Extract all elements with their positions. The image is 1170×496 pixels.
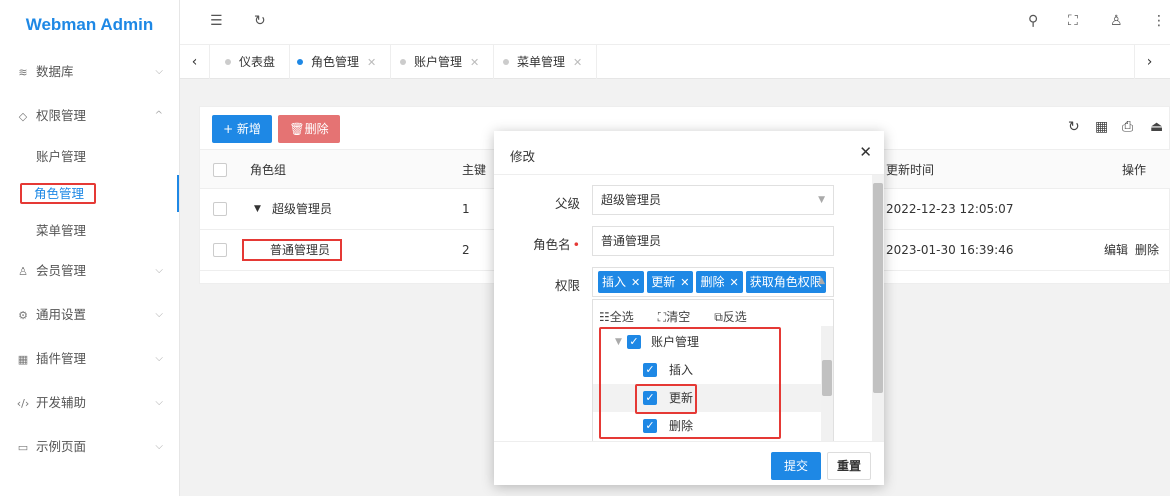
chevron-down-icon: ⌵ bbox=[155, 397, 163, 408]
sidebar-group-dev[interactable]: ‹/› 开发辅助 ⌵ bbox=[0, 381, 179, 425]
modal-scrollbar[interactable] bbox=[872, 175, 884, 441]
permission-select[interactable]: 插入 ✕ 更新 ✕ 删除 ✕ 获取角色权限 ▲ bbox=[592, 267, 834, 297]
chevron-down-icon: ⌵ bbox=[155, 265, 163, 276]
checkbox-icon[interactable]: ✓ bbox=[627, 335, 641, 349]
layers-icon: ≋ bbox=[18, 66, 28, 79]
tree-node-update[interactable]: ✓ 更新 bbox=[593, 384, 821, 412]
select-all-checkbox[interactable] bbox=[213, 163, 227, 177]
expand-icon[interactable]: ▼ bbox=[254, 189, 261, 229]
checkbox-icon[interactable]: ✓ bbox=[643, 391, 657, 405]
close-icon: ✕ bbox=[680, 276, 690, 289]
code-icon: ‹/› bbox=[16, 397, 30, 410]
sidebar-group-plugins[interactable]: ▦ 插件管理 ⌵ bbox=[0, 337, 179, 381]
shield-icon: ◇ bbox=[18, 110, 28, 123]
sidebar-item-role[interactable]: 角色管理 bbox=[0, 175, 179, 212]
caret-down-icon[interactable]: ▼ bbox=[615, 328, 622, 356]
print-icon[interactable]: ⎙ bbox=[1122, 119, 1133, 135]
tab-scroll-left-icon[interactable]: ‹ bbox=[180, 45, 210, 79]
sidebar-item-menu[interactable]: 菜单管理 bbox=[0, 212, 179, 249]
permission-label: 权限 bbox=[554, 278, 580, 293]
delete-link[interactable]: 删除 bbox=[1135, 230, 1159, 270]
tab-scroll-right-icon[interactable]: › bbox=[1134, 45, 1164, 79]
role-name-label: 角色名 • bbox=[533, 237, 580, 252]
close-icon[interactable]: ✕ bbox=[859, 143, 872, 161]
close-icon: ✕ bbox=[631, 276, 641, 289]
edit-link[interactable]: 编辑 bbox=[1104, 230, 1128, 270]
clear-button[interactable]: ⛶清空 bbox=[658, 310, 702, 324]
close-icon[interactable]: ✕ bbox=[367, 56, 376, 69]
top-header: ☰ ↻ ⚲ ⛶ ♙ ⋮ bbox=[180, 0, 1170, 45]
page-icon: ▭ bbox=[17, 441, 29, 454]
columns-icon[interactable]: ▦ bbox=[1095, 119, 1108, 135]
tree-node-account[interactable]: ▼ ✓ 账户管理 bbox=[593, 328, 821, 356]
close-icon: ✕ bbox=[729, 276, 739, 289]
add-button[interactable]: + 新增 bbox=[212, 115, 272, 143]
role-name-input[interactable]: 普通管理员 bbox=[592, 226, 834, 256]
sidebar-group-members[interactable]: ♙ 会员管理 ⌵ bbox=[0, 249, 179, 293]
more-icon[interactable]: ⋮ bbox=[1152, 13, 1166, 29]
tab-account[interactable]: 账户管理 ✕ bbox=[386, 45, 495, 79]
parent-select[interactable]: 超级管理员 ▼ bbox=[592, 185, 834, 215]
parent-label: 父级 bbox=[554, 196, 580, 211]
chevron-down-icon: ⌵ bbox=[155, 353, 163, 364]
checkbox-icon[interactable]: ✓ bbox=[643, 419, 657, 433]
tab-role[interactable]: 角色管理 ✕ bbox=[283, 45, 392, 79]
tree-node-insert[interactable]: ✓ 插入 bbox=[593, 356, 821, 384]
gear-icon: ⚙ bbox=[18, 309, 28, 322]
modal-title: 修改 bbox=[510, 149, 536, 164]
tree-toolbar: ☷全选 ⛶清空 ⧉反选 bbox=[599, 308, 771, 325]
user-icon[interactable]: ♙ bbox=[1110, 13, 1123, 29]
permission-tag[interactable]: 更新 ✕ bbox=[647, 271, 694, 293]
sidebar-group-examples[interactable]: ▭ 示例页面 ⌵ bbox=[0, 425, 179, 469]
search-icon[interactable]: ⚲ bbox=[1028, 13, 1038, 29]
plugin-icon: ▦ bbox=[17, 353, 29, 366]
export-icon[interactable]: ⏏ bbox=[1150, 119, 1163, 135]
refresh-icon[interactable]: ↻ bbox=[254, 13, 266, 29]
caret-up-icon: ▲ bbox=[818, 276, 825, 286]
modal-body: 父级 超级管理员 ▼ 角色名 • 普通管理员 权限 插入 ✕ 更新 ✕ 删除 ✕ 获取角色权限… bbox=[494, 175, 884, 441]
sidebar: Webman Admin ≋ 数据库 ⌵ ◇ 权限管理 ^ 账户管理 角色管理 菜单… bbox=[0, 0, 180, 496]
chevron-down-icon: ⌵ bbox=[155, 66, 163, 77]
tab-bar: ‹ 仪表盘 角色管理 ✕ 账户管理 ✕ 菜单管理 ✕ › bbox=[180, 45, 1170, 79]
sidebar-group-database[interactable]: ≋ 数据库 ⌵ bbox=[0, 50, 179, 94]
invert-button[interactable]: ⧉反选 bbox=[714, 310, 759, 324]
permission-tag[interactable]: 删除 ✕ bbox=[696, 271, 743, 293]
permission-tag[interactable]: 插入 ✕ bbox=[598, 271, 645, 293]
row-checkbox[interactable] bbox=[213, 202, 227, 216]
caret-down-icon: ▼ bbox=[818, 195, 825, 205]
select-all-button[interactable]: ☷全选 bbox=[599, 310, 646, 324]
checkbox-icon[interactable]: ✓ bbox=[643, 363, 657, 377]
chevron-up-icon: ^ bbox=[154, 110, 163, 121]
delete-button[interactable]: 🗑删除 bbox=[278, 115, 340, 143]
chevron-down-icon: ⌵ bbox=[155, 309, 163, 320]
tree-node-delete[interactable]: ✓ 删除 bbox=[593, 412, 821, 440]
tree-scrollbar[interactable] bbox=[821, 326, 833, 441]
modal-header: 修改 ✕ bbox=[494, 131, 884, 175]
sidebar-group-settings[interactable]: ⚙ 通用设置 ⌵ bbox=[0, 293, 179, 337]
close-icon[interactable]: ✕ bbox=[573, 56, 582, 69]
app-logo[interactable]: Webman Admin bbox=[0, 0, 179, 50]
modal-footer: 提交 重置 bbox=[494, 441, 884, 485]
user-icon: ♙ bbox=[18, 265, 28, 278]
sidebar-item-account[interactable]: 账户管理 bbox=[0, 138, 179, 175]
permission-tag[interactable]: 获取角色权限 bbox=[745, 271, 826, 293]
submit-button[interactable]: 提交 bbox=[771, 452, 821, 480]
reset-button[interactable]: 重置 bbox=[827, 452, 871, 480]
tab-dashboard[interactable]: 仪表盘 bbox=[211, 45, 291, 79]
chevron-down-icon: ⌵ bbox=[155, 441, 163, 452]
fullscreen-icon[interactable]: ⛶ bbox=[1068, 13, 1078, 29]
row-checkbox[interactable] bbox=[213, 243, 227, 257]
menu-fold-icon[interactable]: ☰ bbox=[210, 13, 223, 29]
permission-tree: ☷全选 ⛶清空 ⧉反选 ▼ ✓ 账户管理 ✓ 插入 ✓ 更新 ✓ 删除 bbox=[592, 299, 834, 441]
sidebar-group-permissions[interactable]: ◇ 权限管理 ^ bbox=[0, 94, 179, 138]
close-icon[interactable]: ✕ bbox=[470, 56, 479, 69]
tab-menu[interactable]: 菜单管理 ✕ bbox=[489, 45, 598, 79]
edit-modal: 修改 ✕ 父级 超级管理员 ▼ 角色名 • 普通管理员 权限 插入 ✕ 更新 ✕ 删除 ✕ 获… bbox=[494, 131, 884, 485]
refresh-icon[interactable]: ↻ bbox=[1068, 119, 1080, 135]
